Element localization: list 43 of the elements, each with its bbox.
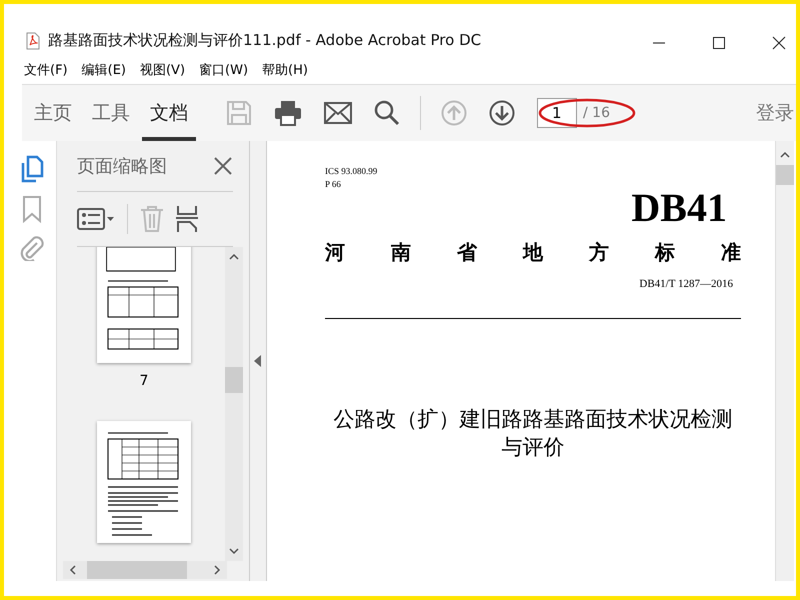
document-title: 公路改（扩）建旧路路基路面技术状况检测与评价: [332, 406, 734, 461]
scrollbar-thumb[interactable]: [776, 165, 794, 185]
standard-number: DB41/T 1287—2016: [639, 278, 733, 290]
page-number: 7: [140, 373, 148, 389]
menu-item[interactable]: 帮助(H): [262, 61, 308, 79]
nav-tab[interactable]: 工具: [84, 85, 138, 141]
options-menu-icon[interactable]: [77, 208, 115, 230]
scrollbar-thumb[interactable]: [225, 367, 243, 393]
classification-code: P 66: [325, 178, 342, 191]
standard-code: DB41: [631, 185, 727, 231]
maximize-button[interactable]: [712, 36, 726, 50]
menu-item[interactable]: 文件(F): [24, 61, 68, 79]
menu-item[interactable]: 视图(V): [140, 61, 186, 79]
collapse-panel-icon[interactable]: [254, 355, 262, 367]
scroll-right-icon[interactable]: [213, 565, 221, 575]
thumbnail-scrollbar[interactable]: [225, 247, 243, 561]
page-split-icon[interactable]: [176, 205, 198, 233]
pages-icon[interactable]: [20, 155, 44, 183]
scroll-up-icon[interactable]: [229, 253, 239, 261]
window-title: 路基路面技术状况检测与评价111.pdf - Adobe Acrobat Pro DC: [48, 31, 482, 50]
panel-title: 页面缩略图: [77, 155, 167, 178]
menu-item[interactable]: 编辑(E): [82, 61, 126, 79]
close-icon[interactable]: [213, 156, 233, 176]
pdf-file-icon: [26, 32, 40, 50]
menu-item[interactable]: 窗口(W): [199, 61, 248, 79]
page-thumbnail[interactable]: [97, 421, 191, 543]
search-icon[interactable]: [374, 100, 400, 126]
sign-in-link[interactable]: 登录: [756, 100, 794, 126]
scroll-left-icon[interactable]: [69, 565, 77, 575]
ics-code: ICS 93.080.99: [325, 165, 378, 178]
horizontal-scrollbar[interactable]: [63, 561, 227, 579]
document-scrollbar[interactable]: [775, 141, 794, 581]
scroll-down-icon[interactable]: [229, 547, 239, 555]
page-thumbnail[interactable]: [97, 247, 191, 363]
issuer-heading: 河南省地方标准: [325, 240, 741, 266]
print-icon[interactable]: [274, 100, 302, 126]
scrollbar-thumb[interactable]: [87, 561, 187, 579]
page-count: / 16: [583, 105, 610, 121]
scroll-up-icon[interactable]: [780, 151, 790, 159]
nav-tab[interactable]: 主页: [26, 85, 80, 141]
paperclip-icon[interactable]: [19, 235, 45, 261]
mail-icon[interactable]: [324, 102, 352, 124]
close-button[interactable]: [772, 36, 786, 50]
